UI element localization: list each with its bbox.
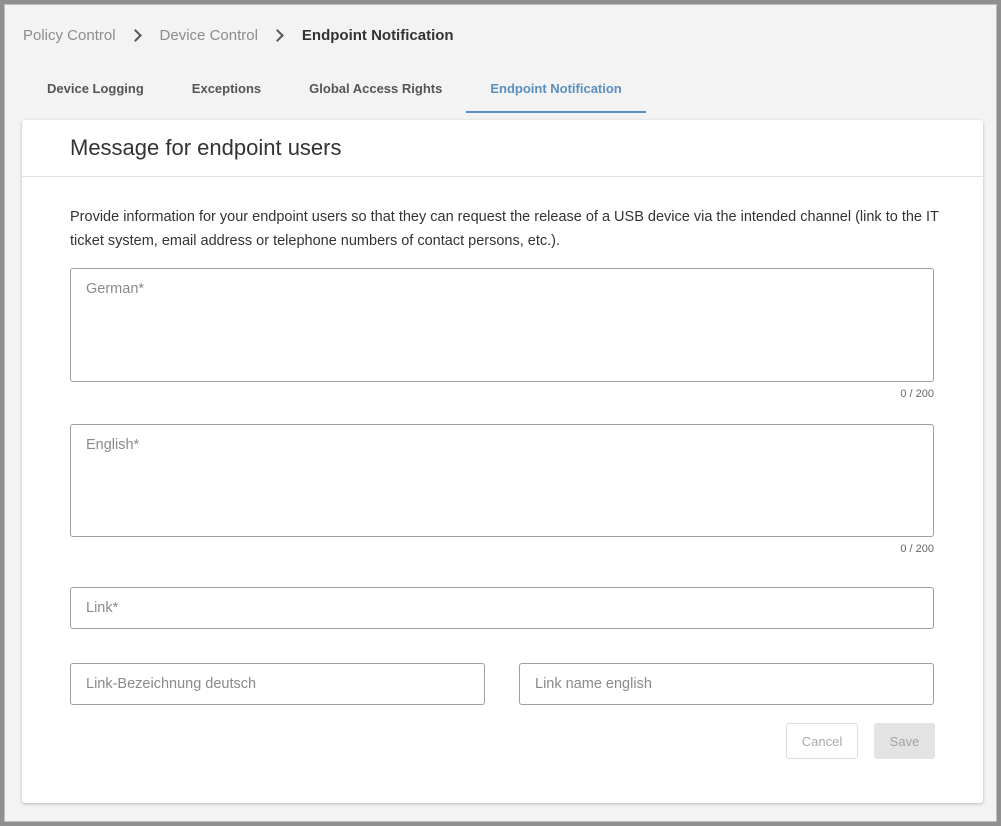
- chevron-right-icon: [128, 29, 142, 42]
- link-name-german-label: Link-Bezeichnung deutsch: [86, 676, 257, 692]
- link-name-german-field[interactable]: Link-Bezeichnung deutsch: [70, 663, 485, 705]
- breadcrumb: Policy Control Device Control Endpoint N…: [23, 27, 454, 44]
- card-description: Provide information for your endpoint us…: [70, 209, 939, 249]
- english-field-label: English*: [86, 437, 140, 453]
- tab-global-access-rights[interactable]: Global Access Rights: [285, 75, 466, 113]
- link-field[interactable]: Link*: [70, 587, 934, 629]
- english-char-counter: 0 / 200: [900, 543, 934, 555]
- tab-endpoint-notification[interactable]: Endpoint Notification: [466, 75, 646, 113]
- card-title: Message for endpoint users: [70, 135, 342, 160]
- tab-device-logging[interactable]: Device Logging: [23, 75, 168, 113]
- breadcrumb-device-control[interactable]: Device Control: [160, 27, 258, 44]
- english-message-field[interactable]: English*: [70, 424, 934, 537]
- breadcrumb-endpoint-notification: Endpoint Notification: [301, 27, 454, 44]
- german-message-field[interactable]: German*: [70, 268, 934, 382]
- tab-exceptions[interactable]: Exceptions: [168, 75, 285, 113]
- breadcrumb-policy-control[interactable]: Policy Control: [23, 27, 116, 44]
- cancel-button[interactable]: Cancel: [786, 723, 858, 759]
- link-name-english-field[interactable]: Link name english: [519, 663, 934, 705]
- card-header: Message for endpoint users: [22, 120, 983, 177]
- save-button[interactable]: Save: [874, 723, 935, 759]
- endpoint-message-card: Message for endpoint users Provide infor…: [22, 120, 983, 803]
- german-char-counter: 0 / 200: [900, 388, 934, 400]
- link-name-english-label: Link name english: [535, 676, 652, 692]
- german-field-label: German*: [86, 281, 145, 297]
- chevron-right-icon: [271, 29, 284, 42]
- link-field-label: Link*: [86, 600, 119, 616]
- app-window: Policy Control Device Control Endpoint N…: [4, 4, 997, 822]
- tab-bar: Device Logging Exceptions Global Access …: [23, 75, 646, 113]
